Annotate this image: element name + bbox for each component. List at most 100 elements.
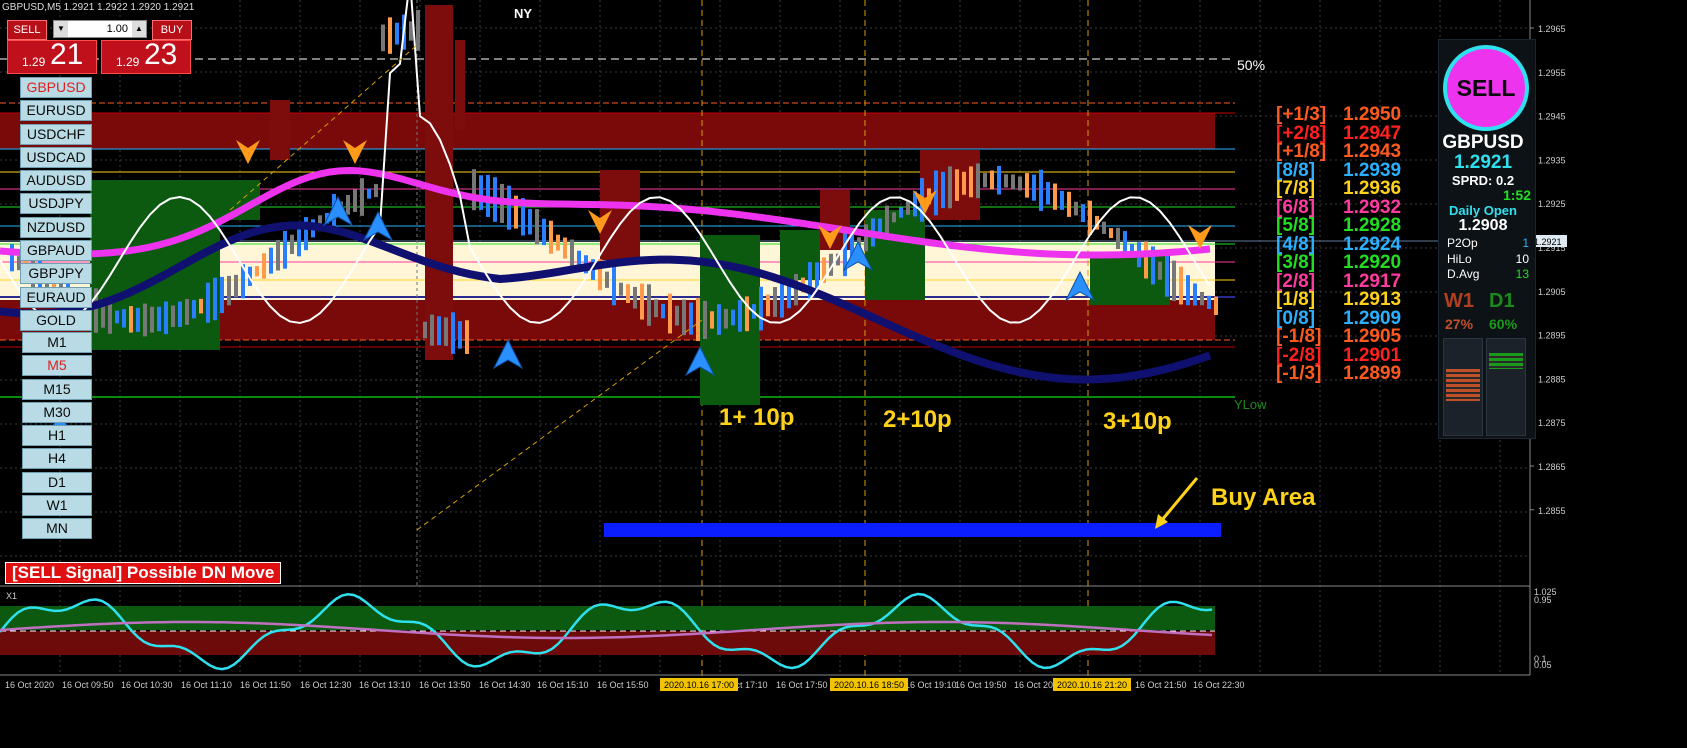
murrey-level-row: [+1/3] 1.2950 bbox=[1268, 104, 1428, 125]
symbol-button-eurusd[interactable]: EURUSD bbox=[20, 100, 92, 122]
candle bbox=[437, 316, 441, 346]
candle bbox=[738, 300, 742, 332]
candle bbox=[948, 166, 952, 209]
current-price-label: 1.2921 bbox=[1534, 237, 1562, 247]
sell-button[interactable]: SELL bbox=[7, 20, 47, 40]
candle bbox=[773, 287, 777, 317]
symbol-button-usdjpy[interactable]: USDJPY bbox=[20, 193, 92, 215]
buy-price-button[interactable]: 1.29 23 bbox=[101, 38, 191, 74]
candle bbox=[234, 274, 238, 298]
symbol-button-nzdusd[interactable]: NZDUSD bbox=[20, 216, 92, 238]
lot-decrease-icon[interactable]: ▼ bbox=[54, 21, 68, 37]
w1-label: W1 bbox=[1444, 290, 1474, 312]
price-tick-label: 1.2855 bbox=[1538, 506, 1566, 516]
sell-price-prefix: 1.29 bbox=[22, 55, 46, 69]
candle bbox=[178, 301, 182, 327]
buy-price-pips: 23 bbox=[144, 38, 178, 71]
timeframe-button-w1[interactable]: W1 bbox=[22, 495, 92, 517]
timeframe-button-m30[interactable]: M30 bbox=[22, 401, 92, 423]
candle bbox=[171, 305, 175, 327]
candle bbox=[1116, 227, 1120, 250]
timeframe-button-d1[interactable]: D1 bbox=[22, 471, 92, 493]
target-3-label: 3+10p bbox=[1103, 408, 1172, 435]
oscillator-label: X1 bbox=[6, 591, 18, 601]
candle bbox=[1025, 173, 1029, 198]
timeframe-button-h1[interactable]: H1 bbox=[22, 425, 92, 447]
one-click-trade-panel: SELL ▼ 1.00 ▲ Lot BUY 1.29 21 1.29 23 bbox=[5, 18, 193, 76]
candle bbox=[899, 207, 903, 218]
candle bbox=[381, 24, 385, 52]
candle bbox=[283, 230, 287, 269]
timeframe-button-m15[interactable]: M15 bbox=[22, 378, 92, 400]
candle bbox=[136, 307, 140, 332]
daily-open-label: Daily Open bbox=[1449, 203, 1517, 218]
candle bbox=[150, 306, 154, 333]
lot-size-input[interactable]: ▼ 1.00 ▲ bbox=[53, 20, 147, 38]
candle bbox=[745, 296, 749, 332]
symbol-button-usdcad[interactable]: USDCAD bbox=[20, 146, 92, 168]
candle bbox=[290, 234, 294, 254]
price-chart[interactable]: 1.29651.29551.29451.29351.29251.29151.29… bbox=[0, 0, 1687, 748]
d1-range-fill bbox=[1489, 353, 1523, 369]
candle bbox=[1032, 174, 1036, 201]
signal-circle[interactable]: SELL bbox=[1443, 45, 1529, 131]
murrey-level-row: [5/8] 1.2928 bbox=[1268, 215, 1428, 236]
w1-range-fill bbox=[1446, 369, 1480, 401]
murrey-level-row: [6/8] 1.2932 bbox=[1268, 197, 1428, 218]
symbol-button-gold[interactable]: GOLD bbox=[20, 309, 92, 331]
candle bbox=[199, 298, 203, 314]
timeframe-button-h4[interactable]: H4 bbox=[22, 448, 92, 470]
symbol-button-gbpjpy[interactable]: GBPJPY bbox=[20, 263, 92, 285]
candle bbox=[122, 309, 126, 328]
candle bbox=[1214, 296, 1218, 315]
candle bbox=[269, 247, 273, 274]
daily-open-value: 1.2908 bbox=[1458, 217, 1508, 234]
symbol-button-gbpaud[interactable]: GBPAUD bbox=[20, 240, 92, 262]
candle bbox=[633, 286, 637, 309]
timeframe-button-m1[interactable]: M1 bbox=[22, 332, 92, 353]
murrey-level-row: [-1/8] 1.2905 bbox=[1268, 326, 1428, 347]
candle bbox=[864, 224, 868, 252]
candle bbox=[276, 239, 280, 271]
murrey-level-label: [-1/3] bbox=[1276, 363, 1322, 384]
side-price: 1.2921 bbox=[1453, 152, 1513, 173]
time-tick-label: 16 Oct 20 bbox=[1014, 680, 1053, 690]
price-tick-label: 1.2965 bbox=[1538, 24, 1566, 34]
resistance-zone bbox=[0, 113, 1215, 149]
candle bbox=[815, 262, 819, 289]
symbol-button-gbpusd[interactable]: GBPUSD bbox=[20, 77, 92, 98]
lot-increase-icon[interactable]: ▲ bbox=[132, 21, 146, 37]
buy-button[interactable]: BUY bbox=[152, 20, 192, 40]
price-tick-label: 1.2875 bbox=[1538, 418, 1566, 428]
candle bbox=[1172, 260, 1176, 301]
timeframe-button-mn[interactable]: MN bbox=[22, 518, 92, 540]
time-tick-label: 16 Oct 22:30 bbox=[1193, 680, 1245, 690]
candle bbox=[1165, 254, 1169, 297]
trading-terminal: 1.2965 1.2955 1.2945 1.2935 1.2925 1.2915 1.29… bbox=[0, 0, 1687, 748]
timeframe-button-m5[interactable]: M5 bbox=[22, 355, 92, 377]
symbol-button-audusd[interactable]: AUDUSD bbox=[20, 170, 92, 192]
sell-price-button[interactable]: 1.29 21 bbox=[7, 38, 97, 74]
candle bbox=[1158, 261, 1162, 280]
candle bbox=[1144, 241, 1148, 279]
price-tick-label: 1.2905 bbox=[1538, 287, 1566, 297]
signal-banner: [SELL Signal] Possible DN Move bbox=[5, 562, 282, 584]
murrey-level-row: [+1/8] 1.2943 bbox=[1268, 141, 1428, 162]
symbol-button-euraud[interactable]: EURAUD bbox=[20, 286, 92, 308]
time-tick-label: 16 Oct 21:50 bbox=[1135, 680, 1187, 690]
time-highlight-label: 2020.10.16 21:20 bbox=[1057, 680, 1127, 690]
candle bbox=[731, 309, 735, 326]
candle bbox=[1207, 295, 1211, 309]
candle bbox=[451, 312, 455, 354]
time-tick-label: 16 Oct 15:50 bbox=[597, 680, 649, 690]
symbol-button-usdchf[interactable]: USDCHF bbox=[20, 123, 92, 145]
candle bbox=[703, 300, 707, 339]
buy-area-bar bbox=[604, 523, 1221, 537]
candle bbox=[395, 22, 399, 45]
candle bbox=[262, 253, 266, 279]
info-side-panel: SELL GBPUSD 1.2921 SPRD: 0.2 1:52 Daily … bbox=[1438, 39, 1536, 439]
time-tick-label: 16 Oct 09:50 bbox=[62, 680, 114, 690]
p2op-label: P2Op bbox=[1447, 236, 1478, 250]
candle bbox=[710, 311, 714, 329]
candle bbox=[689, 302, 693, 335]
